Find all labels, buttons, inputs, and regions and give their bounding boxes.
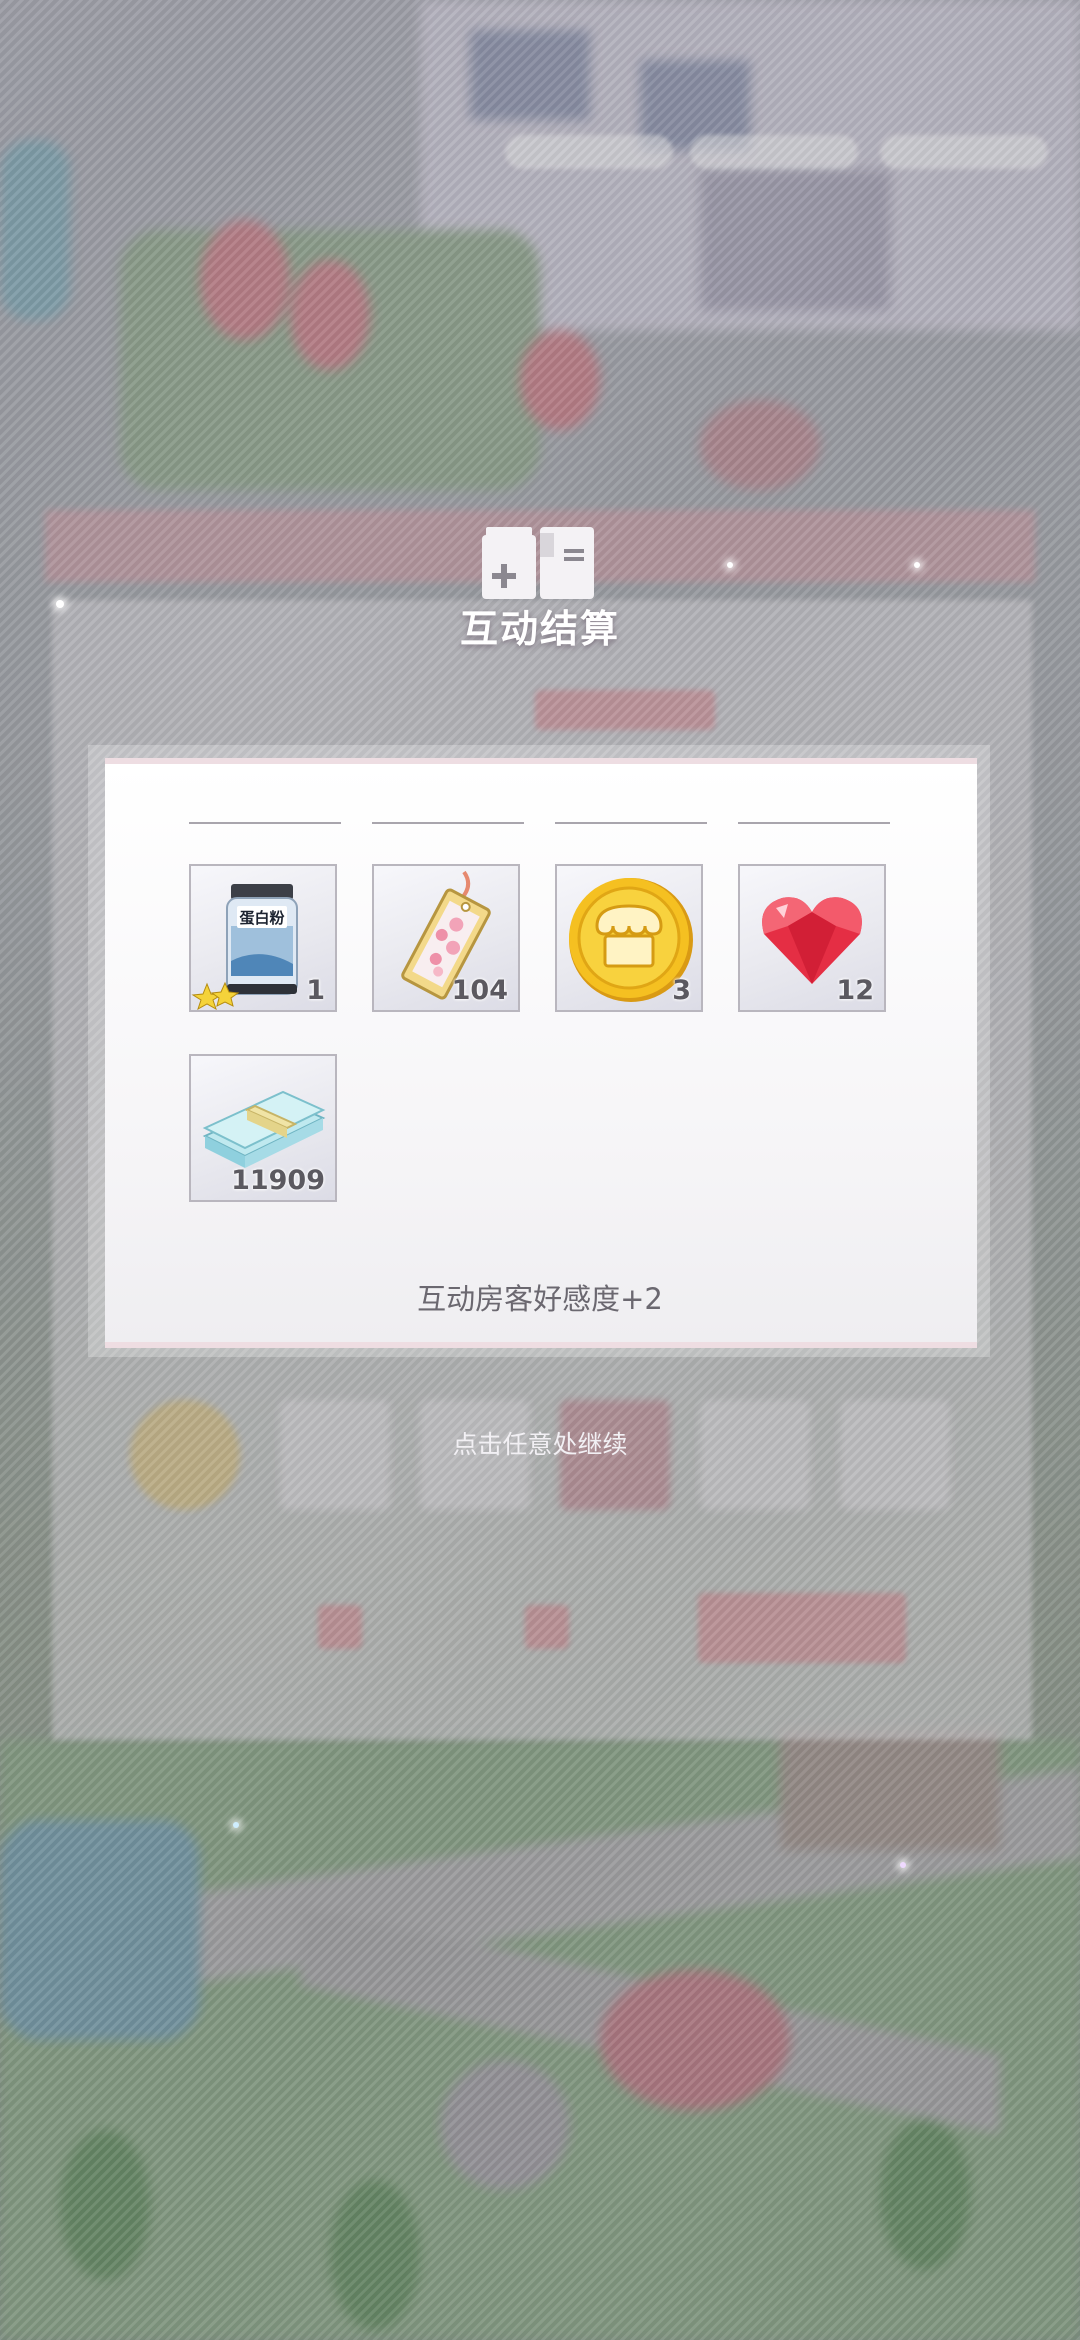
tap-to-continue-hint[interactable]: 点击任意处继续 — [0, 1425, 1080, 1461]
popup-title: 互动结算 — [459, 607, 620, 651]
reward-slot-divider — [372, 822, 524, 824]
reward-item-gold-shop-coin[interactable]: 3 — [555, 864, 703, 1012]
reward-quantity: 3 — [672, 975, 691, 1006]
sparkle — [233, 1822, 239, 1828]
reward-slot-divider — [738, 822, 890, 824]
reward-quantity: 11909 — [231, 1165, 325, 1196]
reward-item-cash-stack[interactable]: 11909 — [189, 1054, 337, 1202]
reward-quantity: 12 — [836, 975, 874, 1006]
sparkle — [914, 562, 920, 568]
reward-item-protein-powder[interactable]: 蛋白粉 1 — [189, 864, 337, 1012]
reward-item-sakura-bookmark[interactable]: 104 — [372, 864, 520, 1012]
reward-popup[interactable] — [105, 758, 977, 1348]
affinity-bonus-text: 互动房客好感度+2 — [417, 1282, 663, 1316]
reward-item-red-heart-gem[interactable]: 12 — [738, 864, 886, 1012]
settlement-box-icon — [482, 527, 594, 599]
sparkle — [900, 1862, 906, 1868]
reward-slot-divider — [555, 822, 707, 824]
reward-slot-divider — [189, 822, 341, 824]
reward-quantity: 104 — [451, 975, 508, 1006]
sparkle — [727, 562, 733, 568]
protein-jar-label: 蛋白粉 — [239, 909, 284, 927]
reward-quantity: 1 — [306, 975, 325, 1006]
